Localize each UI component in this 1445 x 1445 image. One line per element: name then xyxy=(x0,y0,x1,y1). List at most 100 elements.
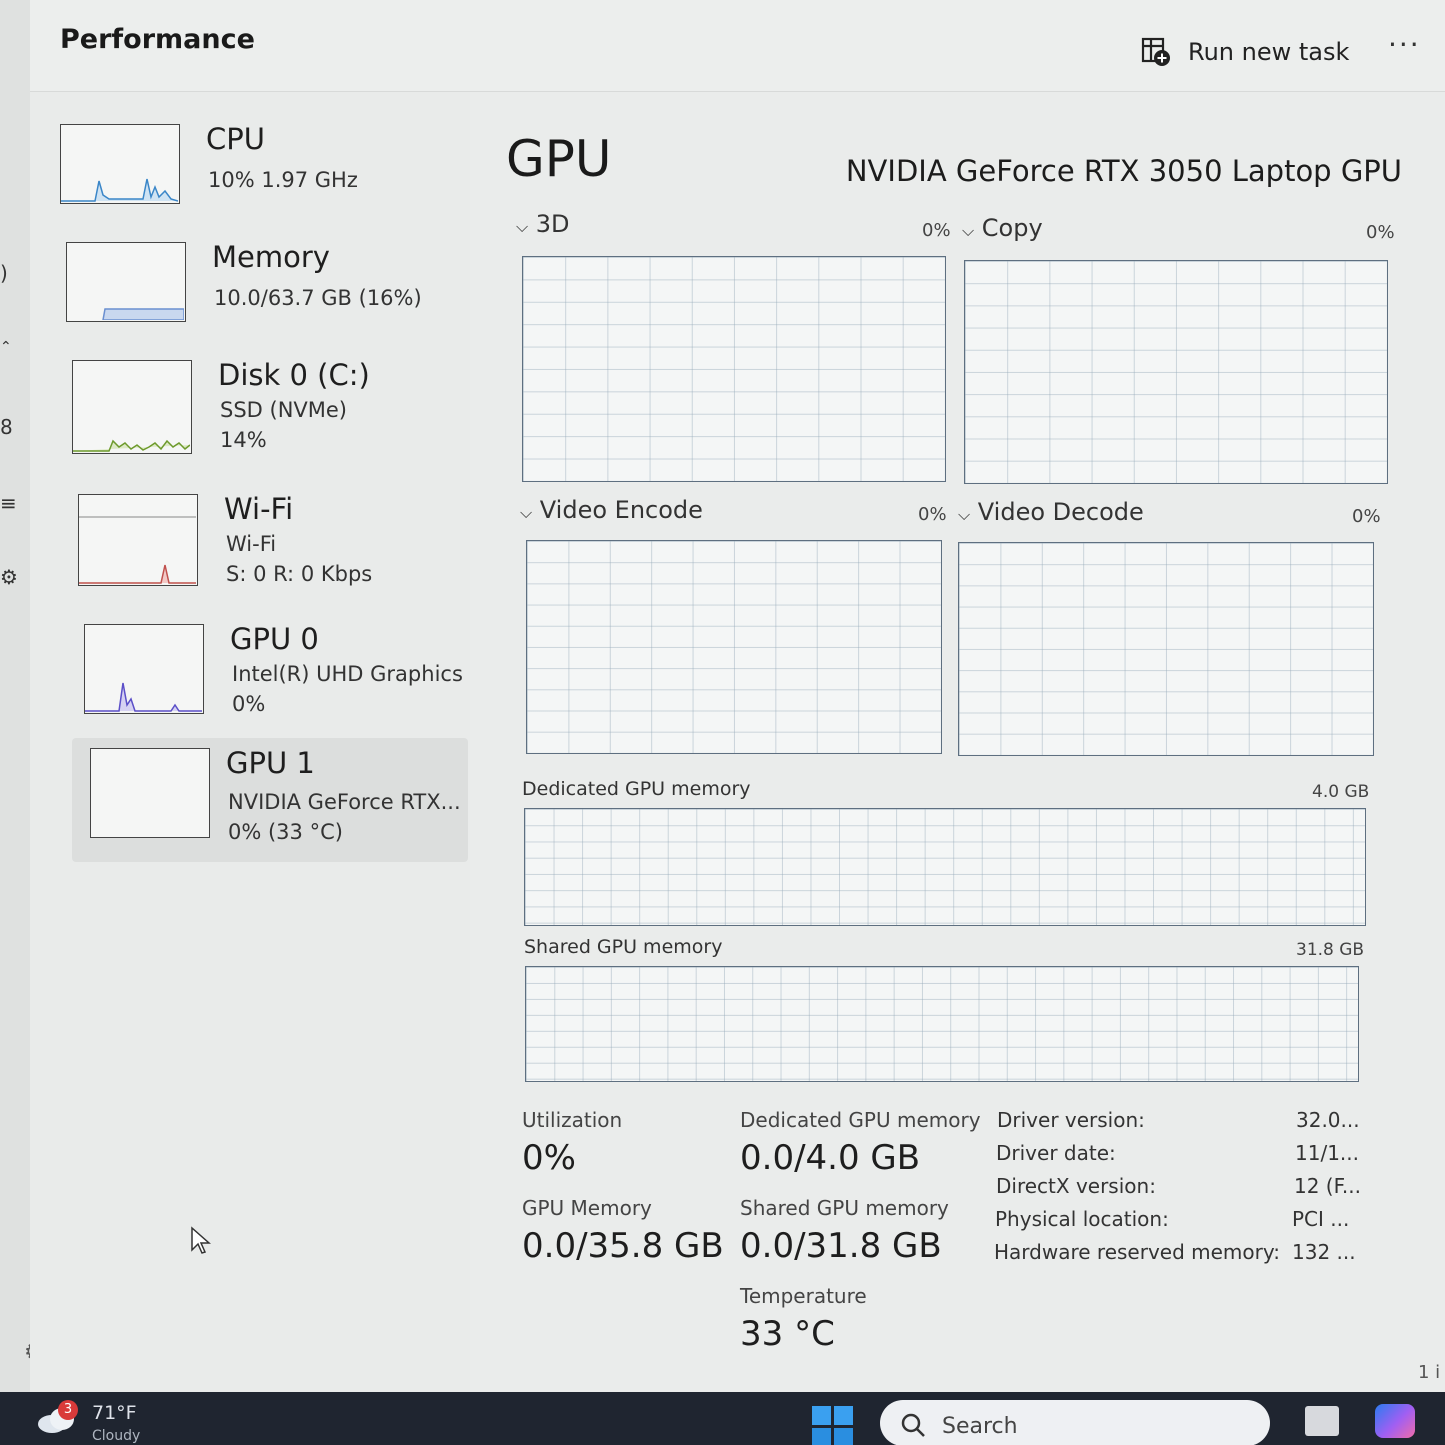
search-label: Search xyxy=(942,1414,1018,1439)
sidebar-label-disk: Disk 0 (C:) xyxy=(218,358,370,392)
wifi-thumbnail-graph xyxy=(78,494,198,586)
dedicated-memory-label: Dedicated GPU memory xyxy=(740,1108,981,1132)
hardware-reserved-memory-value: 132 ... xyxy=(1292,1240,1356,1264)
hardware-reserved-memory-key: Hardware reserved memory: xyxy=(994,1240,1280,1264)
gpu1-thumbnail-graph xyxy=(90,748,210,838)
taskbar-search-box[interactable]: Search xyxy=(880,1400,1270,1445)
sidebar-sub-cpu: 10% 1.97 GHz xyxy=(208,168,358,192)
dedicated-memory-value: 0.0/4.0 GB xyxy=(740,1138,921,1178)
sidebar-sub-gpu0-model: Intel(R) UHD Graphics xyxy=(232,662,463,686)
shared-memory-value: 0.0/31.8 GB xyxy=(740,1226,942,1266)
shared-memory-graph-label: Shared GPU memory xyxy=(524,936,723,958)
engine-copy-graph xyxy=(964,260,1388,484)
engine-video-decode-graph xyxy=(958,542,1374,756)
services-icon[interactable]: ⚙ xyxy=(0,566,22,588)
driver-date-key: Driver date: xyxy=(996,1141,1116,1165)
gpu0-thumbnail-graph xyxy=(84,624,204,714)
engine-video-decode-percent: 0% xyxy=(1352,506,1381,527)
gpu-model-name: NVIDIA GeForce RTX 3050 Laptop GPU xyxy=(845,154,1402,188)
sidebar-sub-memory: 10.0/63.7 GB (16%) xyxy=(214,286,422,310)
chevron-down-icon: ⌵ xyxy=(958,505,971,524)
sidebar-item-wifi[interactable]: Wi-Fi Wi-Fi S: 0 R: 0 Kbps xyxy=(78,484,486,606)
gpu-memory-value: 0.0/35.8 GB xyxy=(522,1226,724,1266)
sidebar-sub-gpu1-usage: 0% (33 °C) xyxy=(228,820,343,844)
sidebar-item-disk[interactable]: Disk 0 (C:) SSD (NVMe) 14% xyxy=(72,350,480,472)
engine-3d-label: 3D xyxy=(535,210,570,238)
engine-video-decode-dropdown[interactable]: ⌵ Video Decode xyxy=(958,498,1144,526)
search-icon xyxy=(901,1413,925,1437)
physical-location-key: Physical location: xyxy=(995,1207,1169,1231)
run-task-icon xyxy=(1141,37,1170,66)
temperature-label: Temperature xyxy=(740,1284,867,1308)
sidebar-label-wifi: Wi-Fi xyxy=(224,492,294,526)
page-title: Performance xyxy=(60,24,255,55)
memory-thumbnail-graph xyxy=(66,242,186,322)
engine-copy-label: Copy xyxy=(981,214,1043,242)
sidebar-item-memory[interactable]: Memory 10.0/63.7 GB (16%) xyxy=(66,232,474,354)
wifi-mini-chart xyxy=(79,516,196,584)
task-view-icon[interactable] xyxy=(1305,1406,1339,1436)
users-icon[interactable]: 8 xyxy=(0,416,22,438)
resource-sidebar: CPU 10% 1.97 GHz Memory 10.0/63.7 GB (16… xyxy=(30,92,470,1392)
copilot-icon[interactable] xyxy=(1375,1404,1415,1438)
chevron-down-icon: ⌵ xyxy=(516,217,529,236)
sidebar-label-gpu1: GPU 1 xyxy=(226,746,315,780)
utilization-label: Utilization xyxy=(522,1108,623,1132)
sidebar-sub-gpu0-usage: 0% xyxy=(232,692,266,716)
sidebar-label-gpu0: GPU 0 xyxy=(230,622,319,656)
sidebar-sub-disk-usage: 14% xyxy=(220,428,267,452)
performance-icon[interactable]: ⌃ xyxy=(0,336,22,358)
engine-video-encode-percent: 0% xyxy=(918,504,947,525)
cpu-mini-chart xyxy=(61,178,179,202)
sidebar-label-memory: Memory xyxy=(212,240,330,274)
cpu-thumbnail-graph xyxy=(60,124,180,204)
dedicated-memory-graph-max: 4.0 GB xyxy=(1312,782,1370,802)
navigation-rail: ) ⌃ 8 ≡ ⚙ ⚙ xyxy=(0,0,44,1392)
sidebar-item-gpu0[interactable]: GPU 0 Intel(R) UHD Graphics 0% xyxy=(84,614,492,736)
driver-date-value: 11/1... xyxy=(1295,1141,1359,1165)
start-button[interactable] xyxy=(812,1406,854,1445)
run-new-task-label: Run new task xyxy=(1188,38,1350,66)
header-bar: Performance Run new task ··· xyxy=(30,0,1445,92)
sidebar-sub-wifi-adapter: Wi-Fi xyxy=(226,532,277,556)
dedicated-memory-graph-label: Dedicated GPU memory xyxy=(522,778,751,800)
utilization-value: 0% xyxy=(522,1138,576,1178)
gpu0-mini-chart xyxy=(85,682,202,712)
details-icon[interactable]: ≡ xyxy=(0,492,22,514)
task-manager-window: ) ⌃ 8 ≡ ⚙ ⚙ Performance Run new task ··· xyxy=(0,0,1445,1392)
engine-3d-percent: 0% xyxy=(922,220,951,241)
memory-mini-chart xyxy=(102,308,185,321)
gpu-heading: GPU xyxy=(506,130,612,188)
mouse-cursor-icon xyxy=(191,1226,211,1254)
weather-alert-badge: 3 xyxy=(58,1400,78,1420)
physical-location-value: PCI ... xyxy=(1292,1207,1350,1231)
directx-version-key: DirectX version: xyxy=(996,1174,1156,1198)
chevron-down-icon: ⌵ xyxy=(520,503,533,522)
engine-video-encode-dropdown[interactable]: ⌵ Video Encode xyxy=(520,496,703,524)
engine-3d-dropdown[interactable]: ⌵ 3D xyxy=(516,210,570,238)
sidebar-item-cpu[interactable]: CPU 10% 1.97 GHz xyxy=(60,114,468,236)
sidebar-item-gpu1[interactable]: GPU 1 NVIDIA GeForce RTX... 0% (33 °C) xyxy=(72,738,468,862)
run-new-task-button[interactable]: Run new task xyxy=(1140,32,1349,72)
engine-copy-dropdown[interactable]: ⌵ Copy xyxy=(962,214,1043,242)
shared-memory-label: Shared GPU memory xyxy=(740,1196,949,1220)
sidebar-sub-disk-type: SSD (NVMe) xyxy=(220,398,348,422)
weather-temperature: 71°F xyxy=(92,1402,137,1424)
engine-copy-percent: 0% xyxy=(1366,222,1395,243)
directx-version-value: 12 (F... xyxy=(1294,1174,1361,1198)
shared-memory-graph xyxy=(525,966,1359,1082)
sidebar-sub-wifi-throughput: S: 0 R: 0 Kbps xyxy=(226,562,373,586)
more-options-button[interactable]: ··· xyxy=(1388,28,1421,61)
weather-condition: Cloudy xyxy=(92,1428,141,1444)
gpu-memory-label: GPU Memory xyxy=(522,1196,652,1220)
chevron-down-icon: ⌵ xyxy=(962,221,975,240)
engine-video-decode-label: Video Decode xyxy=(977,498,1144,526)
driver-version-key: Driver version: xyxy=(997,1108,1145,1132)
driver-version-value: 32.0... xyxy=(1296,1108,1360,1132)
temperature-value: 33 °C xyxy=(740,1314,835,1354)
engine-3d-graph xyxy=(522,256,946,482)
processes-icon[interactable]: ) xyxy=(0,262,22,284)
gpu-detail-panel: GPU NVIDIA GeForce RTX 3050 Laptop GPU ⌵… xyxy=(470,92,1430,1392)
shared-memory-graph-max: 31.8 GB xyxy=(1296,940,1365,960)
engine-video-encode-graph xyxy=(526,540,942,754)
